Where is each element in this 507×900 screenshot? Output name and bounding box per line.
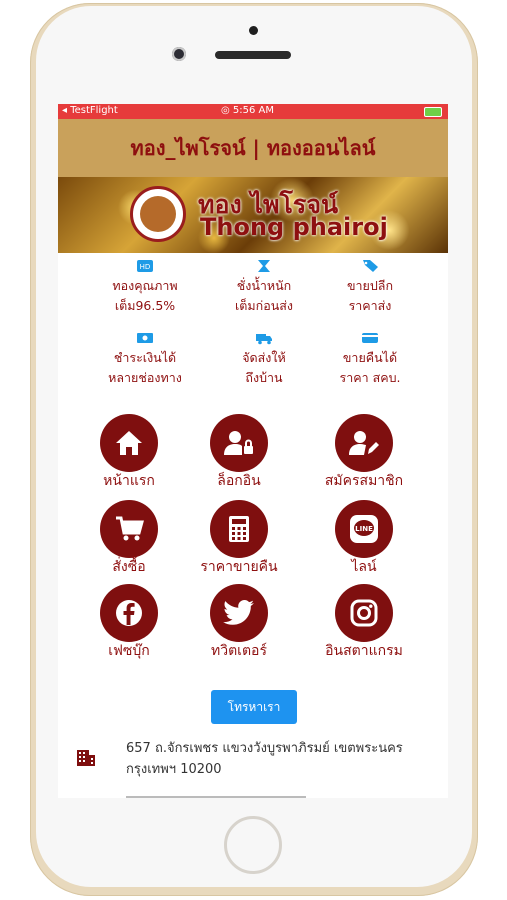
card-icon: [361, 331, 379, 345]
earpiece-speaker: [215, 51, 291, 59]
user-edit-icon: [335, 414, 393, 472]
instagram-icon: [335, 584, 393, 642]
call-us-button[interactable]: โทรหาเรา: [211, 690, 297, 724]
menu-label: อินสตาแกรม: [325, 643, 403, 659]
facebook-icon: [100, 584, 158, 642]
front-camera: [172, 47, 186, 61]
shop-logo: [130, 186, 186, 242]
feature-weight: ชั่งน้ำหนัก เต็มก่อนส่ง: [204, 253, 324, 316]
banner-title-en: Thong phairoj: [200, 213, 388, 241]
main-menu: หน้าแรก ล็อกอิน สมัครสมาชิก สั่งซื้อ ราค…: [58, 414, 448, 676]
app-screen: ◂ TestFlight ◎ 5:56 AM ทอง_ไพโรจน์ | ทอง…: [58, 104, 448, 798]
calculator-icon: [210, 500, 268, 558]
status-time-label: 5:56 AM: [232, 105, 275, 116]
title-bar: ทอง_ไพโรจน์ | ทองออนไลน์: [58, 119, 448, 177]
money-icon: [136, 331, 154, 345]
feature-line: ทองคุณภาพ: [112, 278, 178, 293]
svg-text:LINE: LINE: [355, 525, 373, 533]
address-line: กรุงเทพฯ 10200: [126, 762, 222, 777]
user-lock-icon: [210, 414, 268, 472]
tag-icon: [361, 259, 379, 273]
feature-quality: HD ทองคุณภาพ เต็ม96.5%: [85, 253, 205, 316]
battery-icon: [424, 107, 442, 117]
cutoff-text-line: [126, 792, 326, 798]
menu-twitter[interactable]: ทวิตเตอร์: [169, 584, 309, 660]
feature-line: ชำระเงินได้: [113, 350, 177, 365]
feature-line: เต็ม96.5%: [114, 298, 176, 313]
status-time: ◎ 5:56 AM: [221, 105, 275, 116]
status-app: ◂ TestFlight: [62, 105, 118, 116]
feature-payment: ชำระเงินได้ หลายช่องทาง: [85, 325, 205, 388]
scale-icon: [255, 259, 273, 273]
menu-register[interactable]: สมัครสมาชิก: [294, 414, 434, 490]
feature-line: ขายคืนได้: [342, 350, 398, 365]
feature-line: ราคาส่ง: [348, 298, 392, 313]
feature-line: ถึงบ้าน: [245, 370, 283, 385]
feature-line: จัดส่งให้: [242, 350, 286, 365]
menu-label: ทวิตเตอร์: [211, 643, 267, 659]
menu-login[interactable]: ล็อกอิน: [169, 414, 309, 490]
feature-grid: HD ทองคุณภาพ เต็ม96.5% ชั่งน้ำหนัก เต็มก…: [58, 253, 448, 413]
feature-line: หลายช่องทาง: [108, 370, 182, 385]
menu-label: สมัครสมาชิก: [324, 473, 404, 489]
address-line: 657 ถ.จักรเพชร แขวงวังบูรพาภิรมย์ เขตพระ…: [126, 741, 403, 756]
svg-text:HD: HD: [140, 263, 151, 271]
menu-label: ไลน์: [351, 559, 377, 575]
line-icon: LINE: [335, 500, 393, 558]
feature-retail: ขายปลีก ราคาส่ง: [310, 253, 430, 316]
feature-buyback: ขายคืนได้ ราคา สคบ.: [310, 325, 430, 388]
shop-banner: ทอง ไพโรจน์ Thong phairoj: [58, 177, 448, 253]
cart-icon: [100, 500, 158, 558]
certificate-icon: HD: [136, 259, 154, 273]
menu-line[interactable]: LINE ไลน์: [294, 500, 434, 576]
feature-line: เต็มก่อนส่ง: [235, 298, 293, 313]
menu-instagram[interactable]: อินสตาแกรม: [294, 584, 434, 660]
home-icon: [100, 414, 158, 472]
home-button[interactable]: [224, 816, 282, 874]
status-app-label: TestFlight: [70, 105, 118, 116]
feature-line: ชั่งน้ำหนัก: [236, 278, 292, 293]
page-title: ทอง_ไพโรจน์ | ทองออนไลน์: [130, 136, 376, 160]
sensor: [249, 26, 258, 35]
building-icon: [76, 749, 96, 771]
menu-label: ราคาขายคืน: [200, 559, 278, 575]
status-bar: ◂ TestFlight ◎ 5:56 AM: [58, 104, 448, 119]
feature-delivery: จัดส่งให้ ถึงบ้าน: [204, 325, 324, 388]
twitter-icon: [210, 584, 268, 642]
truck-icon: [255, 331, 273, 345]
feature-line: ราคา สคบ.: [339, 370, 401, 385]
menu-buyback-price[interactable]: ราคาขายคืน: [169, 500, 309, 576]
menu-label: ล็อกอิน: [217, 473, 261, 489]
feature-line: ขายปลีก: [346, 278, 394, 293]
shop-address: 657 ถ.จักรเพชร แขวงวังบูรพาภิรมย์ เขตพระ…: [126, 738, 444, 780]
